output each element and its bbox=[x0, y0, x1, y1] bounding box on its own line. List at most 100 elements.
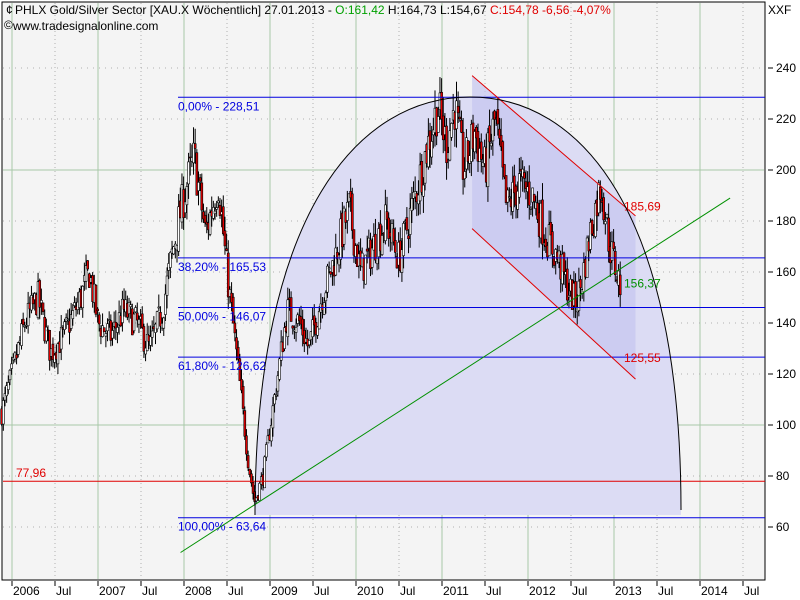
candle-body bbox=[430, 141, 433, 158]
candle-body bbox=[567, 295, 571, 298]
x-tick-label: 2010 bbox=[357, 584, 384, 598]
candle-body bbox=[410, 198, 414, 211]
candle-body bbox=[479, 141, 483, 160]
chart-window: 0,00% - 228,51 38,20% - 165,53 50,00% - 14… bbox=[0, 0, 800, 600]
candle-body bbox=[21, 318, 25, 325]
candle-body bbox=[215, 207, 218, 210]
candle-body bbox=[8, 369, 12, 381]
candle-body bbox=[140, 313, 144, 328]
candle-body bbox=[59, 326, 63, 350]
fib-label: 38,20% - 165,53 bbox=[178, 260, 266, 274]
candle-body bbox=[243, 410, 247, 437]
candle-body bbox=[496, 109, 500, 125]
candle-body bbox=[116, 327, 119, 333]
x-tick-label: Jul bbox=[56, 584, 71, 598]
candle-body bbox=[350, 193, 354, 231]
y-tick-label: 160 bbox=[776, 265, 796, 279]
candle-body bbox=[155, 311, 159, 330]
candle-body bbox=[503, 164, 506, 178]
candle-body bbox=[221, 206, 225, 235]
candle-body bbox=[602, 197, 605, 221]
candle-body bbox=[223, 230, 227, 247]
candle-body bbox=[384, 204, 387, 241]
x-tick-label: Jul bbox=[572, 584, 587, 598]
y-tick-label: 140 bbox=[776, 316, 796, 330]
candle-body bbox=[157, 306, 161, 309]
candle-body bbox=[532, 194, 536, 202]
x-tick-label: Jul bbox=[314, 584, 329, 598]
x-tick-label: 2006 bbox=[13, 584, 40, 598]
candle-body bbox=[150, 330, 154, 338]
copyright-text: www.tradesignalonline.com bbox=[12, 19, 158, 33]
x-tick-label: Jul bbox=[228, 584, 243, 598]
x-tick-label: 2008 bbox=[185, 584, 212, 598]
candle-body bbox=[422, 184, 425, 197]
candle-body bbox=[450, 123, 453, 138]
candle-body bbox=[200, 182, 204, 211]
y-tick-label: 240 bbox=[776, 61, 796, 75]
x-tick-label: 2012 bbox=[529, 584, 556, 598]
symbol-icon: ¢ bbox=[6, 3, 13, 17]
candle-body bbox=[346, 201, 349, 221]
candle-body bbox=[405, 217, 409, 231]
candle-body bbox=[408, 207, 412, 235]
candle-body bbox=[460, 119, 463, 133]
x-tick-label: 2009 bbox=[271, 584, 298, 598]
fib-label: 50,00% - 146,07 bbox=[178, 310, 266, 324]
header-open: O:161,42 bbox=[335, 3, 385, 17]
candle-body bbox=[132, 313, 136, 332]
candle-body bbox=[590, 219, 594, 235]
candle-body bbox=[455, 100, 458, 130]
x-tick-label: 2013 bbox=[615, 584, 642, 598]
candle-body bbox=[407, 235, 410, 240]
y-tick-label: 180 bbox=[776, 214, 796, 228]
candle-body bbox=[129, 304, 132, 307]
candle-body bbox=[225, 248, 228, 251]
candle-body bbox=[149, 336, 152, 346]
fib-label: 100,00% - 63,64 bbox=[178, 520, 266, 534]
candle-body bbox=[127, 302, 131, 315]
candle-body bbox=[73, 302, 76, 306]
candle-body bbox=[197, 182, 200, 192]
x-tick-label: 2014 bbox=[701, 584, 728, 598]
candle-body bbox=[518, 173, 521, 198]
x-tick-label: 2011 bbox=[443, 584, 469, 598]
candle-body bbox=[104, 333, 108, 337]
x-tick-label: 2007 bbox=[99, 584, 126, 598]
candle-body bbox=[264, 444, 268, 458]
candle-body bbox=[463, 171, 467, 180]
candle-body bbox=[562, 252, 566, 273]
candle-body bbox=[618, 274, 622, 296]
x-tick-label: Jul bbox=[658, 584, 673, 598]
candle-body bbox=[137, 319, 141, 325]
y-tick-label: 200 bbox=[776, 163, 796, 177]
candle-body bbox=[16, 342, 20, 355]
copyright-icon: © bbox=[4, 18, 13, 32]
candle-body bbox=[217, 200, 220, 204]
candle-body bbox=[289, 297, 293, 322]
channel-upper-label: 185,69 bbox=[624, 199, 661, 213]
candle-body bbox=[96, 308, 99, 311]
candle-body bbox=[522, 172, 526, 179]
fib-label: 61,80% - 126,62 bbox=[178, 359, 266, 373]
candle-body bbox=[111, 330, 114, 339]
candle-body bbox=[501, 141, 505, 168]
candle-body bbox=[41, 302, 45, 313]
candle-body bbox=[165, 275, 169, 296]
header-title: PHLX Gold/Silver Sector [XAU.X Wöchentli… bbox=[15, 3, 332, 17]
candle-body bbox=[6, 382, 10, 390]
candle-body bbox=[2, 400, 5, 425]
candle-body bbox=[488, 125, 491, 143]
candle-body bbox=[106, 323, 109, 332]
candle-body bbox=[134, 307, 137, 313]
candle-body bbox=[97, 314, 101, 325]
candle-body bbox=[142, 326, 146, 352]
candle-body bbox=[324, 292, 328, 302]
candle-body bbox=[291, 325, 295, 329]
fib-label: 0,00% - 228,51 bbox=[178, 99, 260, 113]
candle-body bbox=[605, 213, 609, 219]
candle-body bbox=[185, 186, 189, 206]
candle-body bbox=[278, 358, 281, 380]
candle-body bbox=[380, 235, 384, 255]
x-tick-label: Jul bbox=[486, 584, 501, 598]
